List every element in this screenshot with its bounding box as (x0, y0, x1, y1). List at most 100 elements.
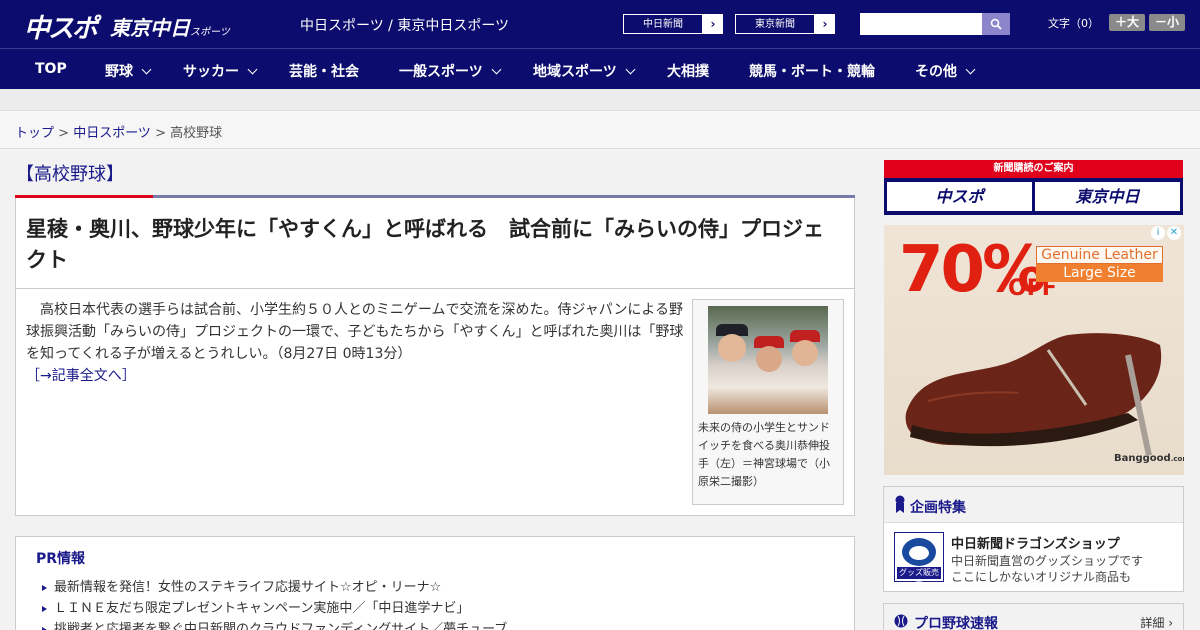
shop-description-line: 中日新聞直営のグッズショップです (951, 554, 1144, 568)
chunichi-shimbun-label: 中日新聞 (623, 14, 703, 34)
article-photo[interactable] (708, 306, 828, 414)
search-icon (990, 18, 1002, 30)
arrow-right-icon: › (822, 17, 828, 31)
nav-item-label: 一般スポーツ (399, 64, 483, 80)
tokyo-chunichi-logo[interactable]: 東京中日スポーツ (110, 12, 230, 41)
nav-item-sumo[interactable]: 大相撲 (667, 61, 709, 81)
breadcrumb-top[interactable]: トップ (15, 126, 54, 141)
pr-title: PR情報 (36, 551, 86, 567)
nav-item-top[interactable]: TOP (35, 61, 67, 77)
breadcrumb-separator: > (150, 126, 171, 141)
breadcrumb-bar: トップ > 中日スポーツ > 高校野球 (0, 111, 1200, 149)
article-top-rule (15, 195, 855, 198)
ad-info-icon[interactable]: i (1151, 226, 1165, 240)
divider (16, 288, 854, 289)
photo-shape (792, 340, 818, 366)
font-size-up-button[interactable]: ＋大 (1109, 14, 1146, 31)
ad-band (0, 89, 1200, 111)
article-headline[interactable]: 星稜・奥川、野球少年に「やすくん」と呼ばれる 試合前に「みらいの侍」プロジェクト (26, 214, 841, 276)
pr-section: PR情報 最新情報を発信！女性のステキライフ応援サイト☆オピ・リーナ☆ ＬＩＮＥ… (15, 536, 855, 630)
dragons-shop-description: 中日新聞直営のグッズショップです ここにしかないオリジナル商品も (951, 553, 1176, 585)
nav-item-soccer[interactable]: サッカー (183, 61, 258, 81)
shop-description-line: ここにしかないオリジナル商品も (951, 570, 1132, 584)
main-nav: TOP 野球 サッカー 芸能・社会 一般スポーツ 地域スポーツ 大相撲 競馬・ボ… (0, 48, 1200, 89)
tokyo-shimbun-link[interactable]: 東京新聞 › (734, 13, 836, 35)
shop-logo-label: グッズ販売中 (897, 567, 941, 589)
photo-shape (756, 346, 782, 372)
subscription-banner: 新聞購読のご案内 中スポ 東京中日 (884, 160, 1183, 215)
nav-item-label: 芸能・社会 (289, 64, 359, 80)
chevron-down-icon (965, 64, 976, 75)
feature-panel-header: 企画特集 (884, 487, 1183, 523)
category-title: 【高校野球】 (16, 164, 124, 185)
nav-item-label: 野球 (105, 64, 133, 80)
close-icon[interactable]: ✕ (1167, 226, 1181, 240)
ad-info: i ✕ (1151, 226, 1183, 242)
nav-item-racing[interactable]: 競馬・ボート・競輪 (749, 61, 875, 81)
top-header: 中スポ 東京中日スポーツ 中日スポーツ / 東京中日スポーツ 中日新聞 › 東京… (0, 0, 1200, 48)
article-card: 星稜・奥川、野球少年に「やすくん」と呼ばれる 試合前に「みらいの侍」プロジェクト… (15, 195, 855, 516)
list-item[interactable]: ＬＩＮＥ友だち限定プレゼントキャンペーン実施中／「中日進学ナビ」 (40, 598, 507, 619)
nav-item-label: その他 (915, 64, 957, 80)
ad-genuine-leather: Genuine Leather (1036, 246, 1163, 264)
breadcrumb-current: 高校野球 (170, 126, 223, 141)
photo-caption: 未来の侍の小学生とサンドイッチを食べる奥川恭伸投手（左）＝神宮球場で（小原栄二撮… (698, 421, 830, 488)
dragons-shop-logo[interactable]: グッズ販売中 (894, 532, 944, 589)
list-item[interactable]: 最新情報を発信！女性のステキライフ応援サイト☆オピ・リーナ☆ (40, 577, 507, 598)
feature-panel-title: 企画特集 (910, 500, 966, 516)
ribbon-icon (895, 495, 905, 513)
chevron-down-icon (625, 64, 636, 75)
breadcrumb-separator: > (54, 126, 74, 141)
nav-item-label: 地域スポーツ (533, 64, 617, 80)
font-size-down-button[interactable]: －小 (1149, 14, 1186, 31)
nav-item-local-sports[interactable]: 地域スポーツ (533, 61, 636, 81)
tokyo-chunichi-logo-sub: スポーツ (190, 27, 230, 38)
article-summary: 高校日本代表の選手らは試合前、小学生約５０人とのミニゲームで交流を深めた。侍ジャ… (26, 299, 686, 387)
nav-item-label: TOP (35, 61, 67, 77)
chevron-down-icon (141, 64, 152, 75)
dragons-shop-link[interactable]: 中日新聞ドラゴンズショップ (951, 533, 1120, 552)
chunichi-shimbun-link[interactable]: 中日新聞 › (622, 13, 724, 35)
pro-baseball-title: プロ野球速報 (914, 616, 998, 630)
nav-item-general-sports[interactable]: 一般スポーツ (399, 61, 502, 81)
pro-baseball-panel-header: プロ野球速報 詳細 › (884, 604, 1183, 630)
read-full-article-link[interactable]: ［→記事全文へ］ (26, 368, 136, 384)
article-body-text: 高校日本代表の選手らは試合前、小学生約５０人とのミニゲームで交流を深めた。侍ジャ… (26, 302, 684, 362)
arrow-right-icon: › (710, 17, 716, 31)
advertisement[interactable]: i ✕ 70% OFF Genuine Leather Large Size B… (884, 225, 1184, 475)
list-item[interactable]: 挑戦者と応援者を繋ぐ中日新聞のクラウドファンディングサイト／夢チューブ (40, 619, 507, 630)
article-top-rule-accent (15, 195, 153, 198)
feature-panel: 企画特集 グッズ販売中 中日新聞ドラゴンズショップ 中日新聞直営のグッズショップ… (883, 486, 1184, 592)
mascot-image (902, 538, 936, 566)
search-input[interactable] (860, 13, 982, 35)
search-button[interactable] (982, 13, 1010, 35)
nav-item-baseball[interactable]: 野球 (105, 61, 152, 81)
shoe-image (905, 333, 1162, 455)
breadcrumb-chunichi-sports[interactable]: 中日スポーツ (73, 126, 151, 141)
baseball-icon (894, 614, 908, 628)
ad-brand-suffix: .com (1170, 455, 1184, 463)
font-size-control: 文字（0） ＋大 －小 (1048, 14, 1186, 31)
nav-item-others[interactable]: その他 (915, 61, 976, 81)
search-box (860, 13, 1010, 35)
font-size-label: 文字（0） (1048, 16, 1099, 30)
subscribe-tokyo-chunichi-button[interactable]: 東京中日 (1035, 182, 1180, 211)
nav-item-label: 大相撲 (667, 64, 709, 80)
chuspo-logo[interactable]: 中スポ (24, 8, 98, 45)
nav-item-label: サッカー (183, 64, 239, 80)
breadcrumb: トップ > 中日スポーツ > 高校野球 (15, 122, 222, 141)
article-photo-box: 未来の侍の小学生とサンドイッチを食べる奥川恭伸投手（左）＝神宮球場で（小原栄二撮… (692, 299, 844, 505)
site-links[interactable]: 中日スポーツ / 東京中日スポーツ (300, 15, 509, 35)
ad-brand-name: Banggood (1114, 453, 1171, 464)
tokyo-shimbun-label: 東京新聞 (735, 14, 815, 34)
pro-baseball-detail-link[interactable]: 詳細 › (1140, 614, 1173, 630)
chevron-down-icon (491, 64, 502, 75)
subscription-title: 新聞購読のご案内 (884, 160, 1183, 178)
pro-baseball-panel: プロ野球速報 詳細 › (883, 603, 1184, 630)
ad-large-size: Large Size (1036, 264, 1163, 282)
ad-brand: Banggood.com (1114, 453, 1184, 464)
tokyo-chunichi-logo-text: 東京中日 (110, 16, 190, 40)
subscribe-chuspo-button[interactable]: 中スポ (887, 182, 1032, 211)
pr-list: 最新情報を発信！女性のステキライフ応援サイト☆オピ・リーナ☆ ＬＩＮＥ友だち限定… (40, 577, 507, 630)
nav-item-entertainment[interactable]: 芸能・社会 (289, 61, 359, 81)
